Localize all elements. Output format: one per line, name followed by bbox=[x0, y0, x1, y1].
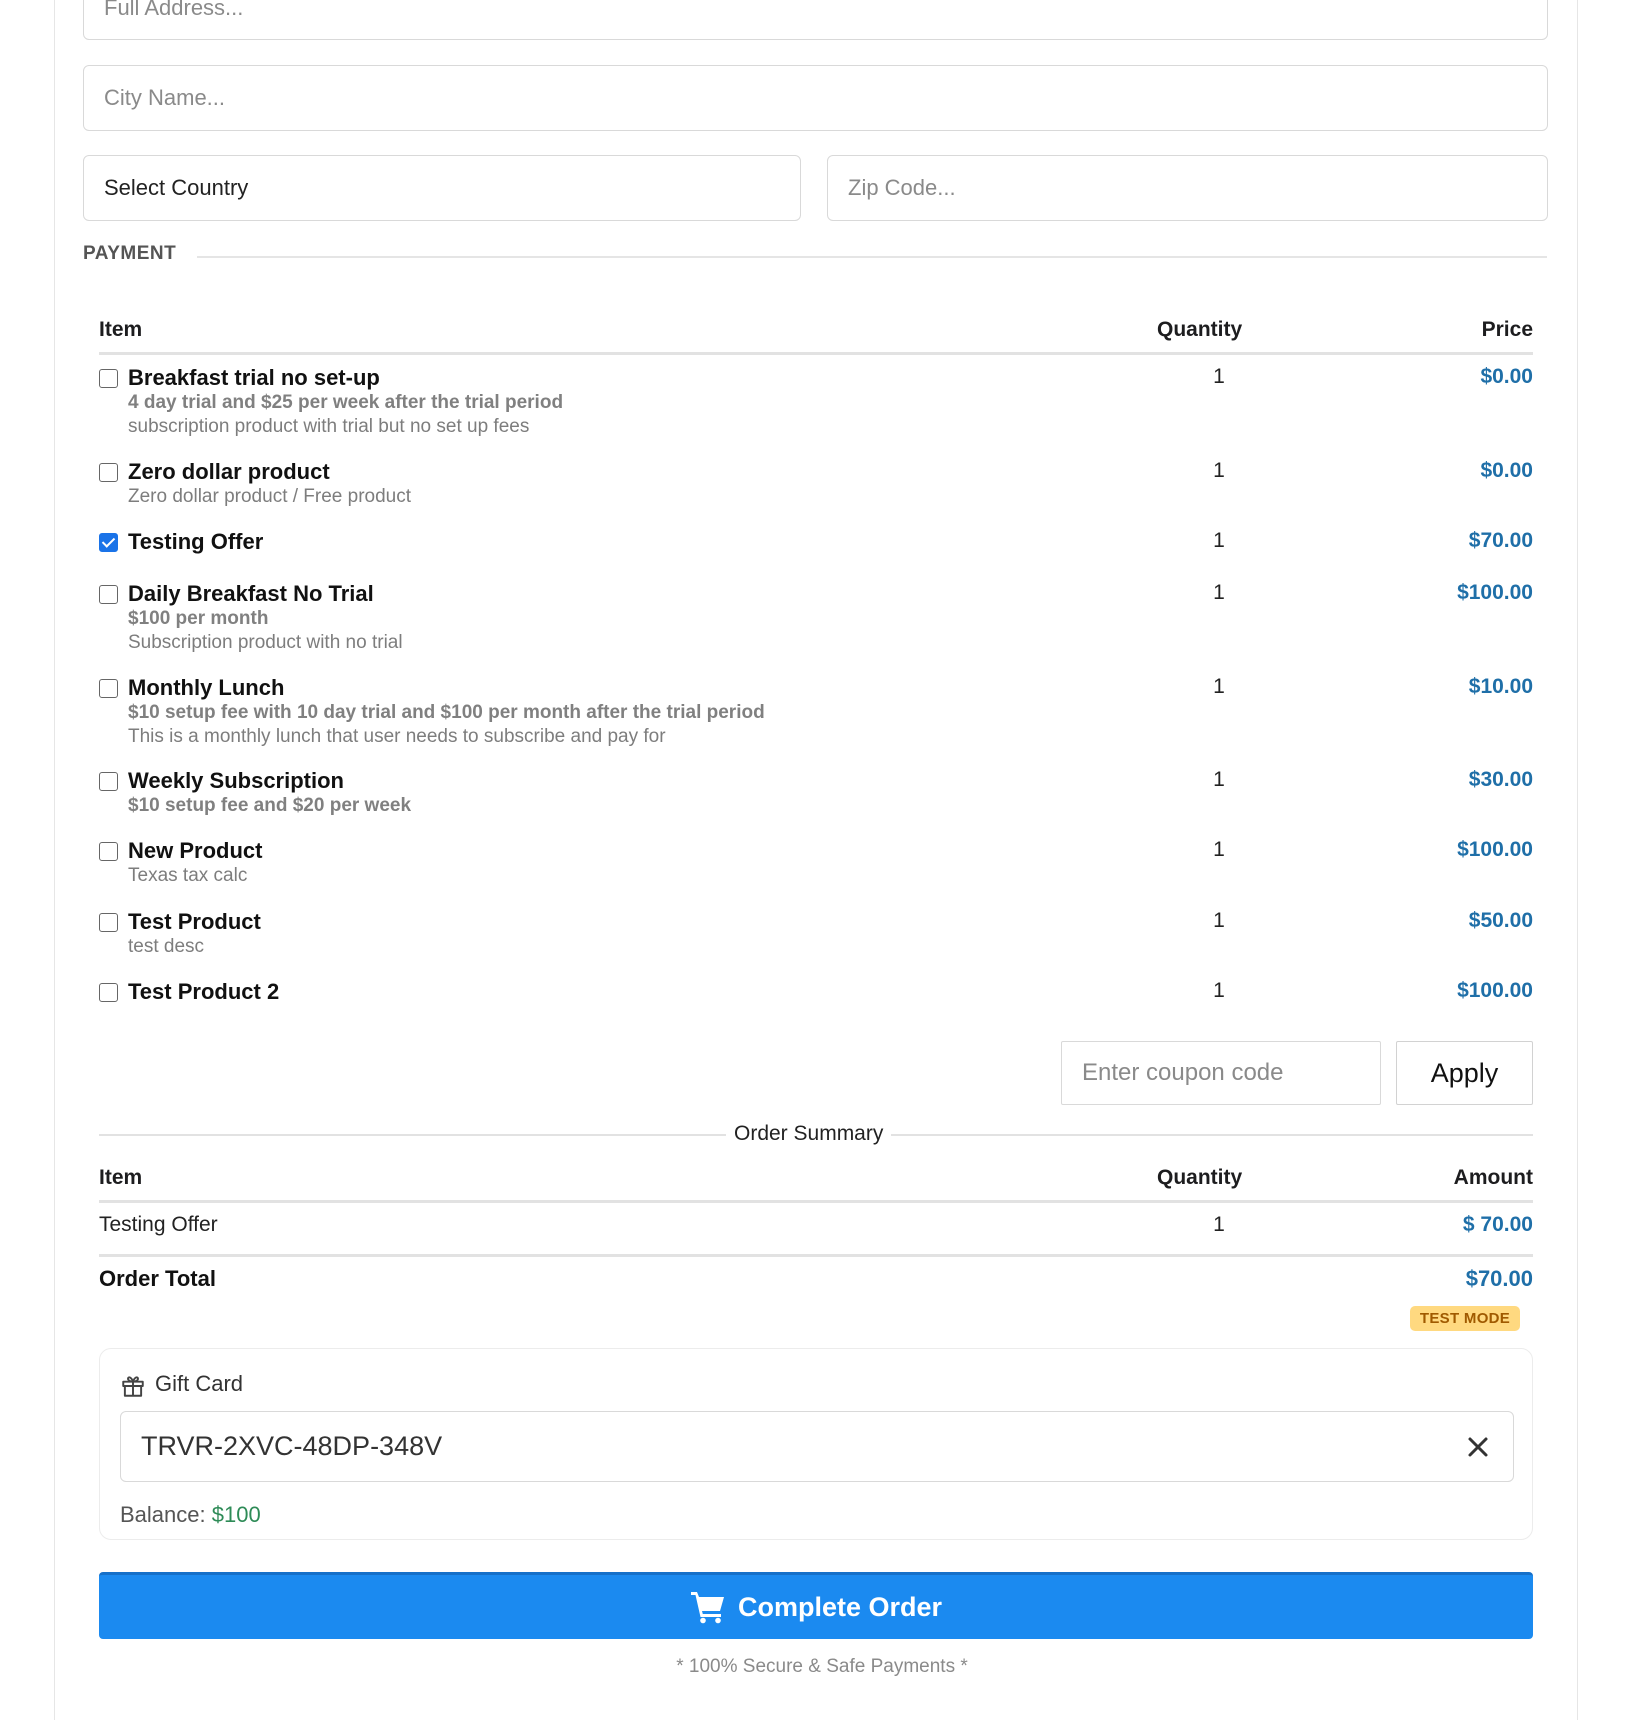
product-price: $50.00 bbox=[1468, 909, 1533, 932]
product-quantity: 1 bbox=[1213, 675, 1225, 698]
product-description: test desc bbox=[128, 936, 205, 957]
product-name: New Product bbox=[128, 838, 263, 863]
gift-card-panel: Gift Card TRVR-2XVC-48DP-348V Balance: $… bbox=[99, 1348, 1533, 1540]
coupon-input[interactable]: Enter coupon code bbox=[1061, 1041, 1381, 1105]
product-checkbox[interactable] bbox=[99, 463, 118, 482]
product-price: $0.00 bbox=[1480, 365, 1533, 388]
product-name: Breakfast trial no set-up bbox=[128, 365, 380, 390]
complete-order-button[interactable]: Complete Order bbox=[99, 1572, 1533, 1639]
product-name: Weekly Subscription bbox=[128, 768, 344, 793]
full-address-input[interactable]: Full Address... bbox=[83, 0, 1548, 40]
product-pricing-note: 4 day trial and $25 per week after the t… bbox=[128, 392, 564, 413]
product-name: Test Product 2 bbox=[128, 979, 280, 1004]
payment-section-title: PAYMENT bbox=[83, 243, 177, 264]
summary-row-amount: $ 70.00 bbox=[1462, 1213, 1533, 1236]
product-checkbox[interactable] bbox=[99, 842, 118, 861]
summary-header-quantity: Quantity bbox=[1157, 1166, 1243, 1189]
items-header-item: Item bbox=[99, 318, 143, 341]
summary-row-qty: 1 bbox=[1213, 1213, 1225, 1236]
gift-card-code-field[interactable]: TRVR-2XVC-48DP-348V bbox=[120, 1411, 1514, 1482]
coupon-placeholder: Enter coupon code bbox=[1082, 1059, 1284, 1086]
gift-card-balance: Balance: $100 bbox=[120, 1502, 261, 1528]
test-mode-badge: TEST MODE bbox=[1410, 1306, 1520, 1331]
product-price: $100.00 bbox=[1457, 581, 1533, 604]
product-description: Zero dollar product / Free product bbox=[128, 486, 412, 507]
product-pricing-note: $10 setup fee and $20 per week bbox=[128, 795, 412, 816]
order-total-label: Order Total bbox=[99, 1266, 216, 1291]
product-checkbox[interactable] bbox=[99, 913, 118, 932]
product-checkbox[interactable] bbox=[99, 585, 118, 604]
summary-total-divider bbox=[99, 1254, 1533, 1257]
summary-row-item: Testing Offer bbox=[99, 1213, 218, 1236]
order-summary-title: Order Summary bbox=[726, 1122, 892, 1146]
product-name: Testing Offer bbox=[128, 529, 264, 554]
summary-row: Testing Offer 1 $ 70.00 bbox=[99, 1213, 1533, 1243]
zip-placeholder: Zip Code... bbox=[848, 175, 956, 200]
order-total-value: $70.00 bbox=[1465, 1266, 1533, 1291]
items-header-quantity: Quantity bbox=[1157, 318, 1243, 341]
product-description: This is a monthly lunch that user needs … bbox=[128, 726, 666, 747]
product-quantity: 1 bbox=[1213, 979, 1225, 1002]
product-name: Test Product bbox=[128, 909, 261, 934]
close-icon[interactable] bbox=[1461, 1430, 1495, 1464]
product-quantity: 1 bbox=[1213, 838, 1225, 861]
product-pricing-note: $100 per month bbox=[128, 608, 269, 629]
country-select-value: Select Country bbox=[104, 175, 249, 200]
product-description: subscription product with trial but no s… bbox=[128, 416, 530, 437]
product-quantity: 1 bbox=[1213, 768, 1225, 791]
gift-card-code: TRVR-2XVC-48DP-348V bbox=[141, 1431, 443, 1461]
product-quantity: 1 bbox=[1213, 365, 1225, 388]
summary-header-divider bbox=[99, 1200, 1533, 1203]
full-address-placeholder: Full Address... bbox=[104, 0, 244, 20]
product-quantity: 1 bbox=[1213, 459, 1225, 482]
cart-icon bbox=[690, 1590, 726, 1624]
items-header-divider bbox=[99, 352, 1533, 355]
product-name: Daily Breakfast No Trial bbox=[128, 581, 374, 606]
product-checkbox[interactable] bbox=[99, 369, 118, 388]
product-price: $100.00 bbox=[1457, 838, 1533, 861]
product-checkbox[interactable] bbox=[99, 533, 118, 552]
product-price: $10.00 bbox=[1468, 675, 1533, 698]
gift-card-label: Gift Card bbox=[155, 1371, 244, 1396]
product-quantity: 1 bbox=[1213, 581, 1225, 604]
gift-card-balance-value: $100 bbox=[211, 1502, 261, 1527]
gift-card-balance-label: Balance: bbox=[120, 1502, 206, 1527]
secure-payments-note: * 100% Secure & Safe Payments * bbox=[676, 1656, 968, 1677]
complete-order-label: Complete Order bbox=[737, 1591, 943, 1622]
product-price: $30.00 bbox=[1468, 768, 1533, 791]
product-price: $70.00 bbox=[1468, 529, 1533, 552]
product-price: $100.00 bbox=[1457, 979, 1533, 1002]
summary-header-item: Item bbox=[99, 1166, 143, 1189]
product-description: Texas tax calc bbox=[128, 865, 248, 886]
product-name: Monthly Lunch bbox=[128, 675, 285, 700]
product-pricing-note: $10 setup fee with 10 day trial and $100… bbox=[128, 702, 765, 723]
summary-header-amount: Amount bbox=[1453, 1166, 1533, 1189]
product-checkbox[interactable] bbox=[99, 679, 118, 698]
zip-input[interactable]: Zip Code... bbox=[827, 155, 1548, 221]
product-quantity: 1 bbox=[1213, 529, 1225, 552]
product-checkbox[interactable] bbox=[99, 983, 118, 1002]
country-select[interactable]: Select Country bbox=[83, 155, 801, 221]
payment-section-divider bbox=[197, 256, 1547, 258]
product-quantity: 1 bbox=[1213, 909, 1225, 932]
product-price: $0.00 bbox=[1480, 459, 1533, 482]
apply-coupon-button[interactable]: Apply bbox=[1396, 1041, 1533, 1105]
city-placeholder: City Name... bbox=[104, 85, 226, 110]
items-header-price: Price bbox=[1481, 318, 1533, 341]
product-name: Zero dollar product bbox=[128, 459, 330, 484]
city-input[interactable]: City Name... bbox=[83, 65, 1548, 131]
gift-icon bbox=[120, 1373, 146, 1399]
product-checkbox[interactable] bbox=[99, 772, 118, 791]
product-description: Subscription product with no trial bbox=[128, 632, 403, 653]
